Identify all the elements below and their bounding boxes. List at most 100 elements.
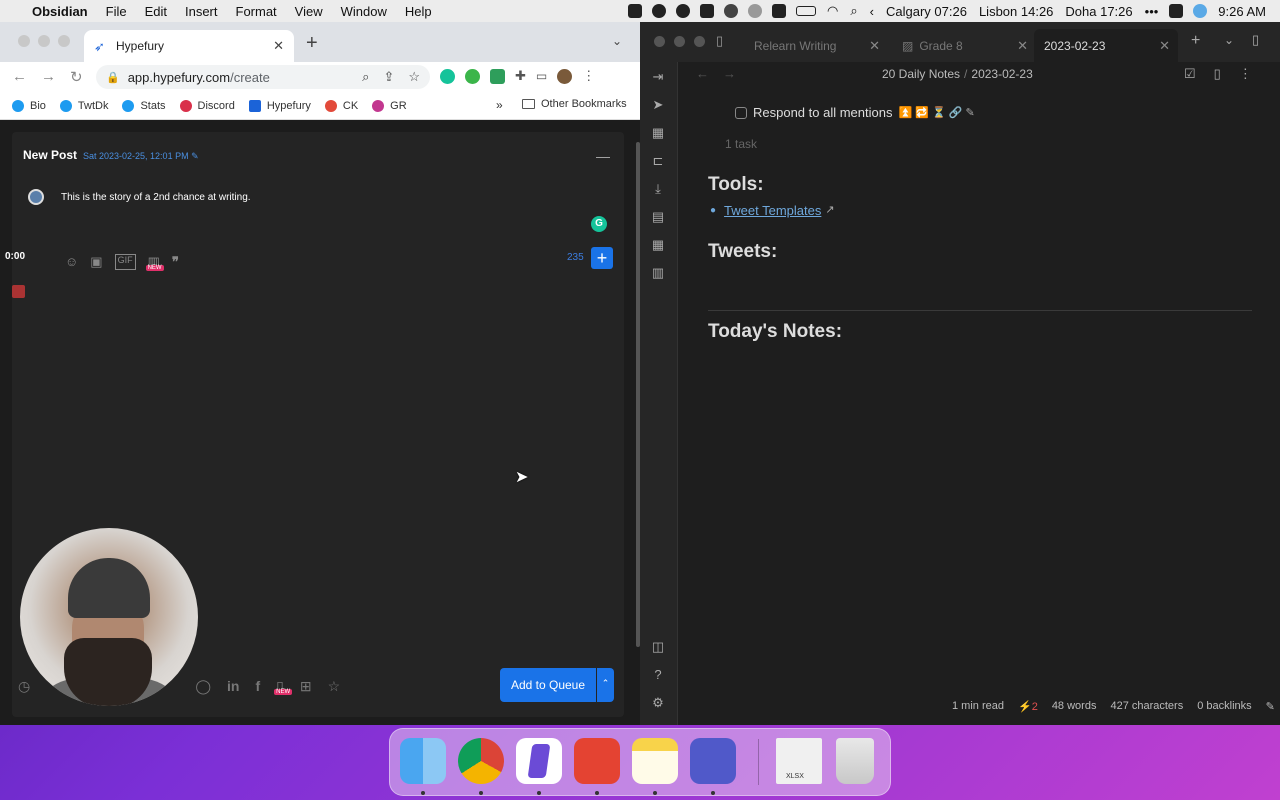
tab-search-chevron-icon[interactable]: ⌄ (612, 34, 622, 48)
option-icon[interactable]: ◯ (195, 678, 211, 695)
presentation-icon[interactable]: ▥ (650, 265, 666, 281)
new-tab-button[interactable]: + (306, 32, 318, 55)
address-bar[interactable]: 🔒 app.hypefury.com/create ⌕ ⇪ ☆ (96, 65, 430, 89)
stop-recording-button[interactable] (12, 285, 25, 298)
close-window-button[interactable] (18, 35, 30, 47)
table-icon[interactable]: ▦ (650, 237, 666, 253)
back-icon[interactable]: ← (696, 66, 709, 81)
chevron-left-icon[interactable]: ‹ (864, 4, 880, 19)
cloud-icon[interactable] (724, 4, 739, 18)
tab-relearn-writing[interactable]: Relearn Writing ✕ (744, 29, 888, 62)
menu-format[interactable]: Format (227, 4, 286, 19)
breadcrumb-file[interactable]: 2023-02-23 (971, 67, 1032, 81)
puzzle-extensions-icon[interactable]: ✚ (515, 68, 526, 84)
close-tab-icon[interactable]: ✕ (869, 38, 880, 54)
tray-app-icon[interactable] (748, 4, 763, 18)
extension-icon[interactable] (465, 68, 480, 84)
task-checkbox[interactable] (735, 106, 747, 119)
forward-icon[interactable]: → (41, 68, 56, 86)
more-dots-icon[interactable]: ••• (1139, 4, 1165, 19)
tab-2023-02-23[interactable]: 2023-02-23 ✕ (1034, 29, 1178, 62)
facebook-icon[interactable]: f (255, 678, 260, 695)
bookmark-twtdk[interactable]: TwtDk (59, 99, 108, 112)
todoist-icon[interactable] (574, 738, 620, 784)
edit-checkbox-icon[interactable]: ☑ (1184, 66, 1196, 82)
tray-app-icon[interactable] (652, 4, 667, 18)
menu-window[interactable]: Window (332, 4, 396, 19)
settings-gear-icon[interactable]: ⚙ (650, 695, 666, 711)
wifi-icon[interactable]: ◠ (821, 3, 844, 19)
menu-edit[interactable]: Edit (136, 4, 176, 19)
tab-grade-8[interactable]: ▨ Grade 8 ✕ (892, 29, 1036, 62)
spotlight-search-icon[interactable]: ⌕ (844, 3, 863, 19)
help-icon[interactable]: ? (650, 667, 666, 683)
edit-pencil-icon[interactable]: ✎ (191, 151, 199, 161)
forward-icon[interactable]: → (723, 66, 736, 81)
app-menu[interactable]: Obsidian (23, 4, 97, 19)
trash-icon[interactable] (836, 738, 874, 784)
instagram-icon[interactable]: ▯ NEW (274, 678, 293, 695)
post-text-editor[interactable]: This is the story of a 2nd chance at wri… (61, 192, 251, 203)
menu-help[interactable]: Help (396, 4, 441, 19)
extension-icon[interactable] (490, 68, 505, 84)
breadcrumb-folder[interactable]: 20 Daily Notes (882, 67, 960, 81)
tab-hypefury[interactable]: ➶ Hypefury ✕ (84, 30, 294, 62)
zoom-window-button[interactable] (694, 36, 705, 47)
share-icon[interactable]: ⇪ (383, 69, 394, 85)
bookmark-bio[interactable]: Bio (12, 99, 46, 112)
menu-file[interactable]: File (97, 4, 136, 19)
vault-icon[interactable]: ◫ (650, 639, 666, 655)
close-window-button[interactable] (654, 36, 665, 47)
clock-lisbon[interactable]: Lisbon 14:26 (973, 4, 1059, 19)
menu-insert[interactable]: Insert (176, 4, 227, 19)
notes-icon[interactable] (632, 738, 678, 784)
bookmark-star-icon[interactable]: ☆ (408, 69, 420, 85)
zoom-search-icon[interactable]: ⌕ (362, 69, 369, 85)
poll-icon[interactable]: ▥ NEW (145, 254, 164, 271)
minimize-window-button[interactable] (38, 35, 50, 47)
close-tab-icon[interactable]: ✕ (273, 38, 284, 54)
emoji-icon[interactable]: ☺ (65, 254, 78, 270)
chrome-icon[interactable] (458, 738, 504, 784)
tweet-templates-link[interactable]: Tweet Templates (724, 203, 821, 218)
quote-icon[interactable]: ❞ (172, 254, 179, 270)
back-icon[interactable]: ← (12, 68, 27, 86)
more-bookmarks-chevron[interactable]: » (496, 98, 503, 112)
calendar-icon[interactable]: ▦ (650, 125, 666, 141)
download-icon[interactable]: ⤓ (650, 181, 666, 197)
calendar-days-icon[interactable]: ▤ (650, 209, 666, 225)
reload-icon[interactable]: ↻ (70, 68, 83, 86)
grid-icon[interactable]: ⊞ (300, 678, 312, 695)
bookmark-hypefury[interactable]: Hypefury (248, 99, 311, 112)
star-icon[interactable]: ☆ (328, 678, 341, 695)
edit-pencil-icon[interactable]: ✎ (1266, 700, 1275, 713)
minimize-window-button[interactable] (674, 36, 685, 47)
minimize-composer-icon[interactable]: — (596, 148, 610, 164)
gif-icon[interactable]: GIF (114, 254, 136, 270)
obsidian-icon[interactable] (516, 738, 562, 784)
queue-options-chevron-icon[interactable]: ⌃ (597, 668, 614, 702)
keyboard-icon[interactable] (772, 4, 787, 18)
grammarly-icon[interactable]: G (591, 216, 607, 232)
bookmark-stats[interactable]: Stats (122, 99, 166, 112)
sidepanel-icon[interactable]: ▭ (536, 69, 547, 83)
siri-icon[interactable] (1193, 4, 1208, 18)
grammarly-extension-icon[interactable] (440, 68, 455, 84)
tray-app-icon[interactable] (628, 4, 643, 18)
send-icon[interactable]: ➤ (650, 97, 666, 113)
battery-icon[interactable] (796, 6, 817, 16)
close-tab-icon[interactable]: ✕ (1159, 38, 1170, 54)
bookmark-gr[interactable]: GR (372, 99, 407, 112)
finder-icon[interactable] (400, 738, 446, 784)
clock-doha[interactable]: Doha 17:26 (1059, 4, 1138, 19)
linkedin-icon[interactable]: in (227, 678, 239, 695)
menu-view[interactable]: View (286, 4, 332, 19)
external-link-icon[interactable]: ↗ (825, 203, 840, 218)
clock-icon[interactable]: ◷ (18, 678, 30, 695)
xlsx-file-icon[interactable]: XLSX (776, 738, 822, 784)
clock-calgary[interactable]: Calgary 07:26 (880, 4, 973, 19)
new-tab-button[interactable]: + (1191, 32, 1200, 50)
profile-avatar[interactable] (557, 68, 573, 84)
reading-view-book-icon[interactable]: ▯ (1214, 66, 1221, 82)
lock-icon[interactable]: 🔒 (106, 71, 120, 84)
